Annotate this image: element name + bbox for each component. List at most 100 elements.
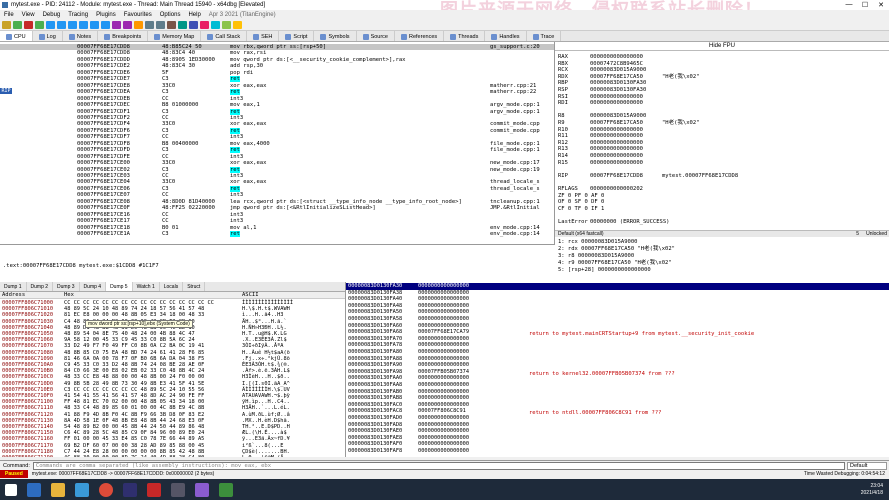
maximize-button[interactable]: ☐ — [857, 1, 873, 9]
stack-row[interactable]: 00000083D0130FA58 0000000000000000 — [346, 316, 889, 323]
toolbar-button-icon-3[interactable] — [35, 21, 44, 29]
toolbar-button-icon-15[interactable] — [167, 21, 176, 29]
command-input[interactable]: Commands are comma separated (like assem… — [32, 461, 845, 470]
app-icon-2[interactable] — [147, 482, 161, 497]
tab-source[interactable]: Source — [357, 31, 395, 41]
edge-icon[interactable] — [75, 482, 89, 497]
hide-fpu-button[interactable]: Hide FPU — [555, 42, 889, 51]
disasm-row[interactable]: 00007FF68E17CDE7 C3 ret — [0, 76, 554, 83]
toolbar-button-icon-11[interactable] — [123, 21, 132, 29]
toolbar-button-icon-0[interactable] — [2, 21, 11, 29]
menu-tracing[interactable]: Tracing — [64, 12, 92, 18]
disasm-row[interactable]: 00007FF68E17CE16 CC int3 — [0, 212, 554, 218]
disasm-row[interactable]: 00007FF68E17CE17 CC int3 — [0, 218, 554, 224]
memtab-dump-5[interactable]: Dump 5 — [106, 282, 133, 291]
toolbar-button-icon-6[interactable] — [68, 21, 77, 29]
menu-help[interactable]: Help — [184, 12, 204, 18]
register-row[interactable]: CF 0 TF 0 IF 1 — [558, 206, 662, 212]
register-row[interactable] — [558, 107, 662, 113]
register-row[interactable]: RSI 0000000000000000 — [558, 94, 662, 100]
disasm-row[interactable]: 00007FF68E17CDEC B8 01000000 mov eax,1 argv… — [0, 102, 554, 108]
toolbar-button-icon-12[interactable] — [134, 21, 143, 29]
toolbar-button-icon-19[interactable] — [211, 21, 220, 29]
stack-args-panel[interactable]: 1: rcx 00000083D015A9000 2: rdx 00007FF68… — [555, 237, 889, 282]
tab-seh[interactable]: SEH — [247, 31, 280, 41]
stack-row[interactable]: 00000083D0130FAF8 0000000000000000 — [346, 448, 889, 455]
disasm-row[interactable]: 00007FF68E17CE04 33C0 xor eax,eax thread_lo… — [0, 179, 554, 185]
stack-row[interactable]: 00000083D0130FA88 0000000000000000 — [346, 356, 889, 363]
stack-row[interactable]: 00000083D0130FA50 0000000000000000 — [346, 309, 889, 316]
disasm-row[interactable]: 00007FF68E17CE00 33C0 xor eax,eax new_mode.… — [0, 160, 554, 166]
registers-panel[interactable]: Hide FPU RAX 0000000000000000 RBX 00007472C… — [555, 42, 889, 232]
search-icon[interactable] — [27, 482, 41, 497]
register-row[interactable]: R8 00000083D015A9000 — [558, 113, 662, 119]
toolbar-button-icon-9[interactable] — [101, 21, 110, 29]
disasm-row[interactable]: 00007FF68E17CE06 C3 ret thread_locale_s — [0, 185, 554, 192]
stack-row[interactable]: 00000083D0130FA38 0000000000000000 — [346, 290, 889, 297]
command-mode-select[interactable]: Default — [847, 461, 887, 470]
disasm-row[interactable]: 00007FF68E17CDF4 33C0 xor eax,eax commit_mo… — [0, 121, 554, 127]
toolbar-button-icon-10[interactable] — [112, 21, 121, 29]
stack-arg-row[interactable]: 1: rcx 00000083D015A9000 — [558, 239, 637, 245]
memtab-dump-3[interactable]: Dump 3 — [53, 282, 80, 291]
x64dbg-icon[interactable] — [171, 482, 185, 497]
stack-row[interactable]: 00000083D0130FA30 0000000000000000 — [346, 283, 889, 290]
app-icon-1[interactable] — [123, 482, 137, 497]
tab-notes[interactable]: Notes — [63, 31, 99, 41]
menu-options[interactable]: Options — [156, 12, 185, 18]
stack-row[interactable]: 00000083D0130FA90 0000000000000000 — [346, 362, 889, 369]
register-row[interactable]: R14 0000000000000000 — [558, 153, 662, 159]
register-row[interactable]: RIP 00007FF68E17CDD8 mytest.00007FF68E17CD… — [558, 173, 738, 179]
disasm-row[interactable]: 00007FF68E17CDE8 33C0 xor eax,eax matherr.c… — [0, 83, 554, 89]
register-row[interactable]: OF 0 SF 0 DF 0 — [558, 199, 662, 205]
register-row[interactable]: LastError 00000000 (ERROR_SUCCESS) — [558, 219, 669, 225]
dump-view[interactable]: Address Hex ASCII 00007FF806C71000 CC CC … — [0, 292, 345, 457]
disasm-row[interactable]: 00007FF68E17CDF7 CC int3 — [0, 134, 554, 140]
explorer-icon[interactable] — [51, 482, 65, 497]
disasm-row[interactable]: 00007FF68E17CDF8 B8 00400000 mov eax,4000 f… — [0, 141, 554, 147]
stack-view[interactable]: 00000083D0130FA30 0000000000000000 0000008… — [345, 282, 889, 457]
disasm-row[interactable]: 00007FF68E17CDF1 C3 ret argv_mode.cpp:1 — [0, 108, 554, 115]
memtab-struct[interactable]: Struct — [183, 282, 206, 291]
stack-row[interactable]: 00000083D0130FA40 0000000000000000 — [346, 296, 889, 303]
disasm-row[interactable]: 00007FF68E17CDE6 5F pop rdi — [0, 70, 554, 76]
start-icon[interactable] — [5, 483, 17, 496]
stack-row[interactable]: 00000083D0130FAB8 0000000000000000 — [346, 395, 889, 402]
toolbar-button-icon-5[interactable] — [57, 21, 66, 29]
toolbar-button-icon-1[interactable] — [13, 21, 22, 29]
stack-row[interactable]: 00000083D0130FAE8 0000000000000000 — [346, 435, 889, 442]
disasm-row[interactable]: 00007FF68E17CDE2 48:83C4 30 add rsp,30 — [0, 63, 554, 69]
memtab-watch-1[interactable]: Watch 1 — [133, 282, 160, 291]
register-row[interactable]: RDI 0000000000000000 — [558, 100, 662, 106]
stack-row[interactable]: 00000083D0130FAF0 0000000000000000 — [346, 441, 889, 448]
toolbar-button-icon-7[interactable] — [79, 21, 88, 29]
register-row[interactable]: RFLAGS 0000000000000202 — [558, 186, 662, 192]
stack-row[interactable]: 00000083D0130FAD8 0000000000000000 — [346, 422, 889, 429]
disasm-row[interactable]: 00007FF68E17CE1A C3 ret env_mode.cpp:14 — [0, 231, 554, 238]
register-row[interactable]: R15 0000000000000000 — [558, 160, 662, 166]
menu-favourites[interactable]: Favourites — [120, 12, 156, 18]
disasm-row[interactable]: 00007FF68E17CDF6 C3 ret commit_mode.cpp — [0, 127, 554, 134]
memtab-dump-4[interactable]: Dump 4 — [80, 282, 107, 291]
tab-log[interactable]: Log — [33, 31, 63, 41]
disasm-row[interactable]: 00007FF68E17CDEB CC int3 — [0, 96, 554, 102]
disasm-row[interactable]: 00007FF68E17CDEA C3 ret matherr.cpp:22 — [0, 89, 554, 96]
toolbar-button-icon-2[interactable] — [24, 21, 33, 29]
disasm-row[interactable]: 00007FF68E17CDDD 48:8905 1ED30000 mov qwor… — [0, 57, 554, 63]
menu-view[interactable]: View — [18, 12, 39, 18]
disassembly-view[interactable]: RIP 00007FF68E17CDD8 48:B85C24 50 mov rbx,… — [0, 42, 555, 244]
stack-row[interactable]: 00000083D0130FAC0 0000000000000000 — [346, 402, 889, 409]
toolbar-button-icon-14[interactable] — [156, 21, 165, 29]
register-row[interactable]: R12 0000000000000000 — [558, 140, 662, 146]
tab-cpu[interactable]: CPU — [0, 31, 33, 41]
stack-row[interactable]: 00000083D0130FA60 0000000000000000 — [346, 323, 889, 330]
register-row[interactable] — [558, 179, 662, 185]
register-row[interactable]: R10 0000000000000000 — [558, 127, 662, 133]
disasm-row[interactable]: 00007FF68E17CE03 CC int3 — [0, 173, 554, 179]
register-row[interactable]: ZF 0 PF 0 AF 0 — [558, 193, 662, 199]
register-row[interactable]: RCX 00000083D015A9000 — [558, 67, 662, 73]
tab-handles[interactable]: Handles — [485, 31, 527, 41]
register-row[interactable]: R9 00007FF68E17CA50 "H老(我\x02" — [558, 120, 700, 126]
menu-debug[interactable]: Debug — [39, 12, 65, 18]
stack-arg-row[interactable]: 3: r8 00000083D015A9000 — [558, 253, 634, 259]
